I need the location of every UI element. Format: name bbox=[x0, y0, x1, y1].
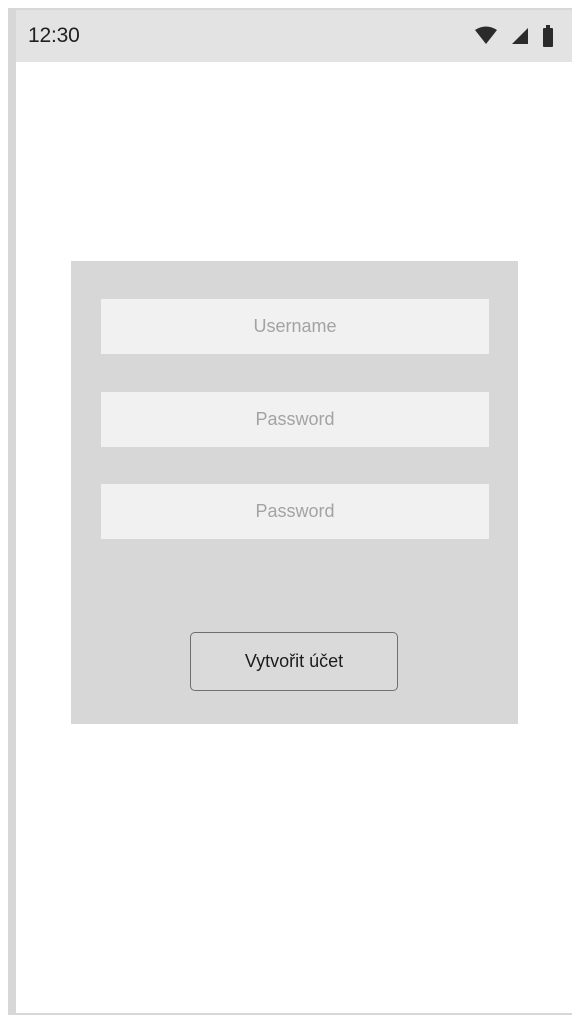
password-confirm-input[interactable] bbox=[101, 484, 489, 539]
status-clock: 12:30 bbox=[28, 24, 80, 47]
cellular-signal-icon bbox=[510, 26, 530, 46]
status-bar: 12:30 bbox=[16, 10, 572, 62]
username-input[interactable] bbox=[101, 299, 489, 354]
signup-card: Vytvořit účet bbox=[71, 261, 518, 724]
create-account-button[interactable]: Vytvořit účet bbox=[190, 632, 398, 691]
battery-icon bbox=[542, 25, 554, 47]
status-icons bbox=[474, 25, 554, 47]
wifi-icon bbox=[474, 26, 498, 46]
password-input[interactable] bbox=[101, 392, 489, 447]
